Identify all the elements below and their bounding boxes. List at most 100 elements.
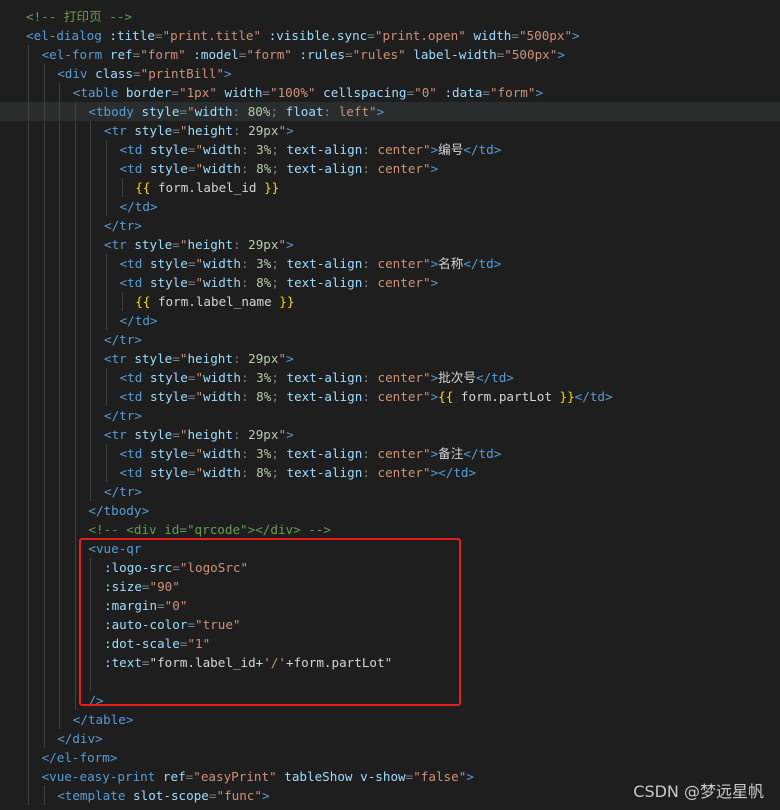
code-line: <el-form ref="form" :model="form" :rules…	[0, 45, 780, 64]
code-token: <table	[72, 85, 119, 100]
code-token: 29px	[248, 351, 279, 366]
code-token: "0"	[414, 85, 437, 100]
code-token: "false"	[413, 769, 467, 784]
code-token: "	[195, 161, 204, 176]
code-token: =	[133, 66, 141, 81]
code-token: >	[286, 351, 294, 366]
code-token: </tr>	[104, 408, 142, 423]
code-token: </td>	[463, 446, 502, 461]
code-token: "100%"	[270, 85, 316, 100]
code-token: '/'	[263, 655, 286, 670]
code-token: <template	[57, 788, 126, 803]
code-token: ;	[271, 389, 287, 404]
code-token: width	[203, 465, 241, 480]
code-token: =	[141, 655, 150, 670]
code-token: "print.title"	[162, 28, 262, 43]
code-token: >	[261, 788, 270, 803]
code-token: :	[240, 389, 257, 404]
code-token: :	[362, 256, 378, 271]
code-token: "	[422, 446, 431, 461]
code-token: :	[240, 275, 257, 290]
code-token: "logoSrc"	[179, 560, 249, 575]
code-token: class	[95, 66, 134, 81]
code-token: "	[278, 237, 287, 252]
code-token: text-align	[286, 370, 363, 385]
code-token: text-align	[286, 256, 363, 271]
code-token: :	[232, 237, 249, 252]
code-token: style	[149, 275, 188, 290]
code-line: <tbody style="width: 80%; float: left">	[0, 102, 780, 121]
code-token: <td	[119, 446, 143, 461]
code-token: }}	[279, 294, 295, 309]
code-token: "true"	[195, 617, 241, 632]
code-token: form.label_name	[150, 294, 280, 309]
code-token: <td	[119, 142, 143, 157]
code-token: "	[369, 104, 377, 119]
code-token: </el-form>	[41, 750, 118, 765]
code-token: =	[172, 351, 180, 366]
code-token: v-show	[360, 769, 406, 784]
code-line: <td style="width: 3%; text-align: center…	[0, 254, 780, 273]
code-token: 29px	[248, 427, 279, 442]
code-token: =	[179, 104, 187, 119]
code-token: +form.partLot"	[286, 655, 393, 670]
code-token: center	[377, 446, 423, 461]
code-token: {{	[135, 180, 151, 195]
code-token: ;	[271, 465, 287, 480]
code-line: <!-- 打印页 -->	[0, 7, 780, 26]
code-token: =	[157, 598, 165, 613]
code-token: =	[511, 28, 519, 43]
code-token: ;	[271, 446, 287, 461]
code-token: :	[240, 161, 257, 176]
code-line: />	[0, 691, 780, 710]
code-token: >	[286, 427, 294, 442]
code-token: =	[172, 427, 180, 442]
code-token: :	[240, 370, 257, 385]
code-token: "	[195, 465, 204, 480]
code-token: =	[172, 237, 180, 252]
code-token: "1px"	[178, 85, 217, 100]
code-token: </tr>	[104, 484, 142, 499]
code-token: "	[195, 275, 204, 290]
code-token: style	[149, 465, 188, 480]
code-token: </td>	[463, 256, 502, 271]
code-editor[interactable]: <!-- 打印页 --> <el-dialog :title="print.tit…	[0, 0, 780, 810]
code-token: "form.label_id+	[149, 655, 264, 670]
code-token: center	[377, 161, 423, 176]
code-token: tableShow	[284, 769, 353, 784]
code-token: :logo-src	[104, 560, 173, 575]
code-token: width	[203, 370, 241, 385]
code-token: >	[286, 123, 294, 138]
code-token: :	[232, 427, 249, 442]
code-line: :dot-scale="1"	[0, 634, 780, 653]
code-token: <tr	[104, 351, 127, 366]
code-token: <el-form	[41, 47, 103, 62]
code-token: :auto-color	[104, 617, 188, 632]
code-token: "	[422, 465, 431, 480]
code-token: :	[362, 465, 378, 480]
code-token: height	[187, 237, 233, 252]
code-line: {{ form.label_id }}	[0, 178, 780, 197]
code-token: 3%	[256, 256, 272, 271]
code-token: left	[338, 104, 370, 119]
code-token: center	[377, 142, 423, 157]
code-line: <vue-qr	[0, 539, 780, 558]
code-line	[0, 672, 780, 691]
code-token: 80%	[247, 104, 271, 119]
code-token: center	[377, 275, 423, 290]
code-token: }}	[264, 180, 280, 195]
code-token: ;	[271, 370, 287, 385]
code-token: style	[149, 389, 188, 404]
code-token: ;	[270, 104, 286, 119]
code-token: </div>	[57, 731, 103, 746]
code-token: "form"	[489, 85, 536, 100]
code-token: =	[172, 123, 180, 138]
code-token: </tr>	[104, 218, 142, 233]
code-token: :	[362, 275, 378, 290]
code-token: height	[187, 351, 233, 366]
